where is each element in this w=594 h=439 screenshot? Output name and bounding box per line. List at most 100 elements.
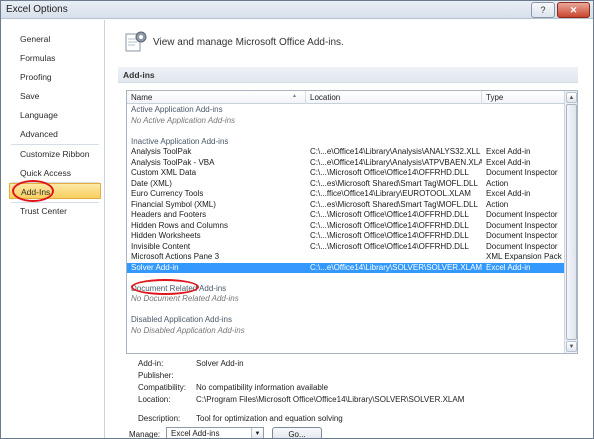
sidebar-item-formulas[interactable]: Formulas (9, 50, 101, 66)
table-row[interactable]: Hidden Worksheets C:\...\Microsoft Office… (127, 231, 564, 241)
table-row[interactable]: Analysis ToolPak - VBA C:\...e\Office14\L… (127, 158, 564, 168)
list-scrollbar[interactable]: ▲ ▼ (564, 91, 577, 353)
cell-location: C:\...\Microsoft Office\Office14\OFFRHD.… (310, 231, 469, 240)
column-header-row: Name Location Type ▲ (127, 91, 564, 104)
group-label: No Disabled Application Add-ins (131, 325, 245, 335)
scroll-thumb[interactable] (566, 104, 577, 340)
group-header: Disabled Application Add-ins (127, 315, 564, 325)
cell-location: C:\...e\Office14\Library\SOLVER\SOLVER.X… (310, 262, 482, 272)
cell-type: Excel Add-in (486, 189, 531, 198)
detail-value-compatibility: No compatibility information available (196, 383, 329, 392)
cell-type: Document Inspector (486, 231, 558, 240)
row-spacer (127, 126, 564, 136)
sidebar-item-advanced[interactable]: Advanced (9, 126, 101, 142)
cell-name: Analysis ToolPak - VBA (131, 157, 215, 167)
detail-value-location: C:\Program Files\Microsoft Office\Office… (196, 395, 465, 404)
table-row[interactable]: Euro Currency Tools C:\...ffice\Office14\… (127, 189, 564, 199)
cell-name: Microsoft Actions Pane 3 (131, 252, 220, 261)
cell-name: Hidden Worksheets (131, 231, 201, 240)
column-header-type[interactable]: Type (482, 91, 564, 104)
cell-type: Excel Add-in (486, 157, 531, 167)
manage-dropdown[interactable]: Excel Add-ins ▼ (166, 427, 264, 438)
cell-name: Invisible Content (131, 241, 191, 251)
row-spacer (127, 305, 564, 315)
sidebar-item-language[interactable]: Language (9, 107, 101, 123)
table-row[interactable]: Headers and Footers C:\...\Microsoft Offi… (127, 210, 564, 220)
detail-label-publisher: Publisher: (138, 371, 174, 380)
window-title: Excel Options (6, 4, 68, 15)
cell-location: C:\...es\Microsoft Shared\Smart Tag\MOFL… (310, 178, 478, 188)
cell-name: Hidden Rows and Columns (131, 220, 228, 230)
empty-group-note: No Document Related Add-ins (127, 294, 564, 304)
cell-location: C:\...\Microsoft Office\Office14\OFFRHD.… (310, 220, 469, 230)
cell-type: Excel Add-in (486, 147, 531, 156)
sidebar-item-add-ins[interactable]: Add-Ins (9, 183, 101, 199)
group-label: Active Application Add-ins (131, 105, 223, 114)
column-header-location[interactable]: Location (306, 91, 482, 104)
sort-ascending-icon: ▲ (292, 93, 297, 99)
manage-dropdown-value: Excel Add-ins (171, 429, 220, 438)
cell-type: Action (486, 178, 509, 188)
empty-group-note: No Disabled Application Add-ins (127, 326, 564, 336)
table-row[interactable]: Invisible Content C:\...\Microsoft Office… (127, 242, 564, 252)
go-button[interactable]: Go... (272, 427, 322, 438)
cell-location (310, 252, 482, 262)
sidebar-divider (11, 144, 99, 145)
table-row[interactable]: Analysis ToolPak C:\...e\Office14\Library… (127, 147, 564, 157)
table-row[interactable]: Date (XML) C:\...es\Microsoft Shared\Smar… (127, 179, 564, 189)
sidebar-item-save[interactable]: Save (9, 88, 101, 104)
detail-value-description: Tool for optimization and equation solvi… (196, 414, 343, 423)
group-label: Inactive Application Add-ins (131, 136, 229, 146)
cell-location: C:\...\Microsoft Office\Office14\OFFRHD.… (310, 241, 469, 251)
manage-label: Manage: (129, 430, 161, 439)
cell-type: Document Inspector (486, 210, 558, 219)
cell-location: C:\...e\Office14\Library\Analysis\ATPVBA… (310, 157, 482, 167)
add-ins-panel: View and manage Microsoft Office Add-ins… (106, 20, 593, 439)
table-row[interactable]: Hidden Rows and Columns C:\...\Microsoft … (127, 221, 564, 231)
cell-name: Date (XML) (131, 178, 172, 188)
chevron-down-icon[interactable]: ▼ (251, 428, 263, 438)
sidebar-item-customize-ribbon[interactable]: Customize Ribbon (9, 146, 101, 162)
cell-type: XML Expansion Pack (486, 252, 562, 261)
group-label: No Active Application Add-ins (131, 115, 236, 125)
sidebar-item-trust-center[interactable]: Trust Center (9, 203, 101, 219)
detail-value-add-in: Solver Add-in (196, 359, 244, 368)
row-spacer (127, 273, 564, 283)
cell-location: C:\...ffice\Office14\Library\EUROTOOL.XL… (310, 189, 471, 198)
group-label: Disabled Application Add-ins (131, 315, 232, 324)
group-header: Inactive Application Add-ins (127, 137, 564, 147)
scroll-up-icon[interactable]: ▲ (566, 92, 577, 103)
column-header-name[interactable]: Name (127, 91, 306, 104)
cell-location: C:\...es\Microsoft Shared\Smart Tag\MOFL… (310, 199, 478, 209)
detail-label-compatibility: Compatibility: (138, 383, 187, 392)
group-label: Document Related Add-ins (131, 283, 227, 293)
cell-location: C:\...e\Office14\Library\Analysis\ANALYS… (310, 147, 481, 156)
table-row[interactable]: Custom XML Data C:\...\Microsoft Office\O… (127, 168, 564, 178)
group-header: Document Related Add-ins (127, 284, 564, 294)
table-row[interactable]: Solver Add-in C:\...e\Office14\Library\SO… (127, 262, 564, 273)
empty-group-note: No Active Application Add-ins (127, 116, 564, 126)
close-button[interactable]: ✕ (557, 2, 590, 18)
cell-type: Action (486, 199, 509, 209)
sidebar-item-quick-access-toolbar[interactable]: Quick Access Toolbar (9, 165, 101, 194)
sidebar-item-general[interactable]: General (9, 31, 101, 47)
cell-location: C:\...\Microsoft Office\Office14\OFFRHD.… (310, 210, 469, 219)
sidebar-item-proofing[interactable]: Proofing (9, 69, 101, 85)
table-row[interactable]: Microsoft Actions Pane 3 XML Expansion Pa… (127, 252, 564, 262)
cell-type: Excel Add-in (486, 262, 531, 272)
cell-type: Document Inspector (486, 220, 558, 230)
scroll-down-icon[interactable]: ▼ (566, 341, 577, 352)
help-button[interactable]: ? (531, 2, 555, 18)
cell-name: Analysis ToolPak (131, 147, 192, 156)
section-title-add-ins: Add-ins (118, 67, 578, 83)
detail-label-add-in: Add-in: (138, 359, 164, 368)
add-ins-list[interactable]: Name Location Type ▲ Active Application … (126, 90, 578, 354)
cell-type: Document Inspector (486, 168, 558, 177)
options-sidebar: General Formulas Proofing Save Language … (1, 20, 105, 438)
excel-options-window: Excel Options ? ✕ General Formulas Proof… (0, 0, 594, 439)
cell-name: Financial Symbol (XML) (131, 199, 216, 209)
cell-name: Euro Currency Tools (131, 189, 204, 198)
cell-name: Custom XML Data (131, 168, 197, 177)
cell-location: C:\...\Microsoft Office\Office14\OFFRHD.… (310, 168, 469, 177)
table-row[interactable]: Financial Symbol (XML) C:\...es\Microsoft… (127, 200, 564, 210)
